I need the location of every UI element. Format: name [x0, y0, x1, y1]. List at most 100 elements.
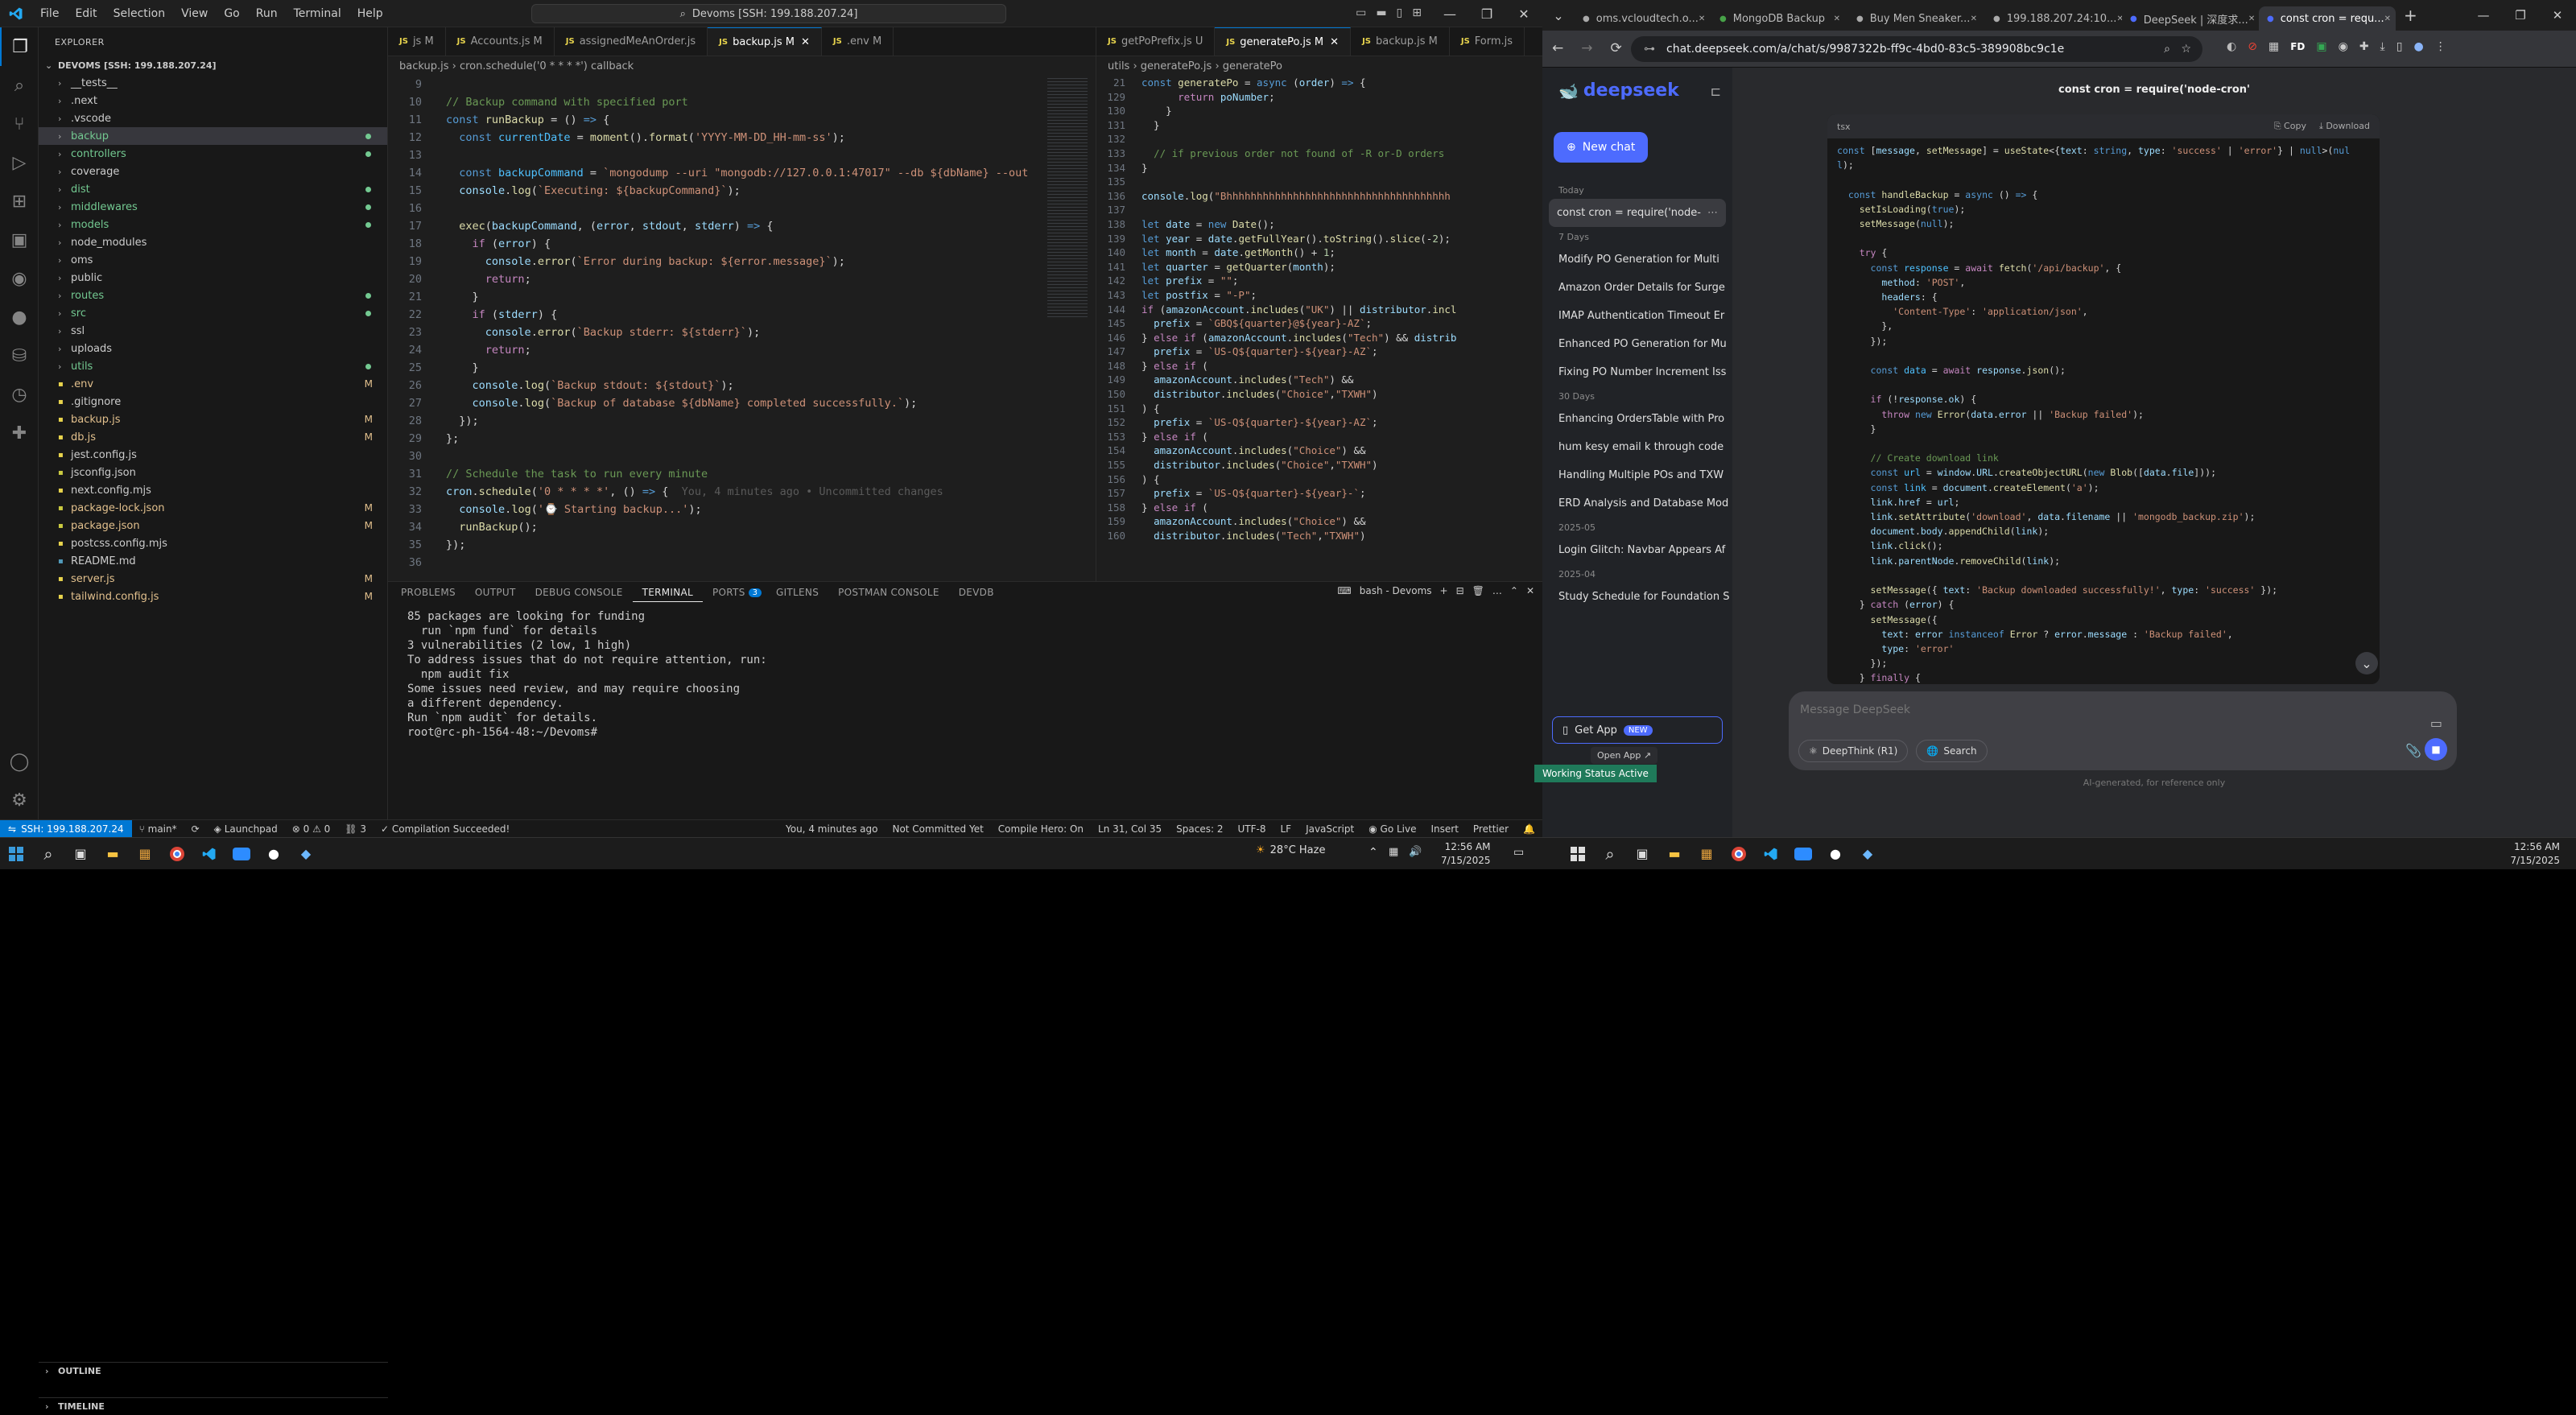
code-area-left[interactable]: // Backup command with specified port co…	[427, 76, 1028, 571]
file-item[interactable]: ▪ jsconfig.json	[39, 464, 387, 481]
chat-history-item[interactable]: Login Glitch: Navbar Appears Af	[1542, 536, 1732, 564]
profile-avatar[interactable]: ●	[2413, 40, 2423, 53]
folder-item[interactable]: › dist	[39, 180, 387, 198]
extension-icon-1[interactable]: ◐	[2227, 40, 2236, 53]
extension-icon-4[interactable]: ▣	[2316, 40, 2326, 53]
folder-item[interactable]: › oms	[39, 251, 387, 269]
minimize-icon[interactable]: —	[2465, 8, 2502, 23]
compile-hero-status[interactable]: Compile Hero: On	[991, 823, 1091, 835]
timeline-section[interactable]: › TIMELINE	[39, 1397, 388, 1415]
clock-right[interactable]: 12:56 AM 7/15/2025	[2510, 840, 2560, 868]
close-tab-icon[interactable]: ✕	[1699, 14, 1705, 23]
extension-fd-icon[interactable]: FD	[2290, 41, 2305, 52]
panel-tab-output[interactable]: OUTPUT	[465, 587, 526, 598]
network-icon[interactable]: ▦	[1389, 846, 1398, 858]
editor-tab[interactable]: JS generatePo.js M ✕	[1215, 27, 1352, 56]
panel-tab-debug-console[interactable]: DEBUG CONSOLE	[526, 587, 633, 598]
volume-icon[interactable]: 🔊	[1409, 846, 1422, 858]
task-view-icon[interactable]: ▣	[1626, 838, 1658, 870]
folder-item[interactable]: › backup	[39, 127, 387, 145]
zoom-icon[interactable]	[1787, 838, 1819, 870]
extension-icon-2[interactable]: ⊘	[2248, 40, 2257, 53]
restore-icon[interactable]: ❐	[2502, 8, 2539, 23]
forward-icon[interactable]: →	[1581, 40, 1592, 56]
send-button[interactable]: ■	[2425, 738, 2447, 761]
get-app-button[interactable]: ▯ Get App NEW	[1552, 716, 1723, 744]
timeline-icon[interactable]: ◷	[0, 375, 39, 414]
language-mode[interactable]: JavaScript	[1298, 823, 1361, 835]
chat-history-item[interactable]: ERD Analysis and Database Mod	[1542, 489, 1732, 518]
folder-item[interactable]: › controllers	[39, 145, 387, 163]
menu-view[interactable]: View	[173, 7, 216, 20]
branch-item[interactable]: ⑂ main*	[132, 823, 184, 835]
github-icon[interactable]: ●	[258, 838, 290, 870]
file-item[interactable]: ▪ package-lock.json M	[39, 499, 387, 517]
bell-icon[interactable]: 🔔	[1516, 823, 1542, 835]
browser-tab[interactable]: ● DeepSeek | 深度求... ✕	[2122, 6, 2259, 31]
terminal-output[interactable]: 85 packages are looking for funding run …	[388, 603, 1542, 740]
browser-tab[interactable]: ● Buy Men Sneaker... ✕	[1848, 6, 1985, 31]
editor-tab[interactable]: JS assignedMeAnOrder.js	[555, 27, 708, 56]
new-chat-button[interactable]: ⊕ New chat	[1554, 132, 1649, 163]
file-item[interactable]: ▪ package.json M	[39, 517, 387, 534]
extensions-icon[interactable]: ⊞	[0, 182, 39, 221]
account-icon[interactable]: ◯	[0, 742, 39, 781]
menu-selection[interactable]: Selection	[105, 7, 174, 20]
folder-item[interactable]: › public	[39, 269, 387, 287]
menu-help[interactable]: Help	[349, 7, 391, 20]
open-app-tooltip[interactable]: Open App ↗	[1591, 747, 1658, 764]
cursor-position[interactable]: Ln 31, Col 35	[1091, 823, 1169, 835]
message-input[interactable]	[1800, 699, 2428, 720]
close-tab-icon[interactable]: ✕	[2248, 14, 2255, 23]
prettier-status[interactable]: Prettier	[1466, 823, 1516, 835]
deepseek-logo[interactable]: 🐋 deepseek	[1558, 80, 1679, 101]
explorer-icon[interactable]: ❐	[0, 27, 39, 66]
layout-panel-icon[interactable]: ▬	[1376, 6, 1386, 19]
chrome-menu-icon[interactable]: ⋮	[2435, 40, 2446, 53]
folder-item[interactable]: › .next	[39, 92, 387, 109]
menu-edit[interactable]: Edit	[67, 7, 105, 20]
run-debug-icon[interactable]: ▷	[0, 143, 39, 182]
restore-icon[interactable]: ❐	[1468, 6, 1505, 22]
github-icon[interactable]: ●	[1819, 838, 1852, 870]
search-icon[interactable]: ⌕	[32, 838, 64, 870]
menu-run[interactable]: Run	[248, 7, 286, 20]
search-icon[interactable]: ⌕	[0, 66, 39, 105]
deepthink-toggle[interactable]: ⚛ DeepThink (R1)	[1798, 740, 1909, 762]
more-icon[interactable]: …	[1492, 585, 1502, 596]
folder-item[interactable]: › node_modules	[39, 233, 387, 251]
editor-tab[interactable]: JS Accounts.js M	[446, 27, 555, 56]
browser-tab[interactable]: ● MongoDB Backup ✕	[1711, 6, 1848, 31]
gitlens-icon[interactable]: ◉	[0, 259, 39, 298]
windows-start-icon[interactable]	[1562, 838, 1594, 870]
ports-item[interactable]: ⛓ 3	[337, 823, 374, 835]
file-item[interactable]: ▪ db.js M	[39, 428, 387, 446]
file-item[interactable]: ▪ .env M	[39, 375, 387, 393]
clock-left[interactable]: 12:56 AM 7/15/2025	[1441, 840, 1491, 868]
close-tab-icon[interactable]: ✕	[1834, 14, 1840, 23]
notification-icon[interactable]: ▭	[1513, 846, 1524, 859]
folder-item[interactable]: › __tests__	[39, 74, 387, 92]
panel-tab-gitlens[interactable]: GITLENS	[766, 587, 828, 598]
collapse-sidebar-icon[interactable]: ⊏	[1711, 84, 1721, 99]
panel-tab-terminal[interactable]: TERMINAL	[632, 583, 704, 602]
close-tab-icon[interactable]: ✕	[1971, 14, 1977, 23]
scroll-down-icon[interactable]: ⌄	[2355, 652, 2378, 674]
editor-tab[interactable]: JS backup.js M	[1351, 27, 1450, 56]
panel-tab-problems[interactable]: PROBLEMS	[391, 587, 465, 598]
windows-start-icon[interactable]	[0, 838, 32, 870]
file-item[interactable]: ▪ README.md	[39, 552, 387, 570]
menu-go[interactable]: Go	[216, 7, 247, 20]
customize-layout-icon[interactable]: ⊞	[1412, 6, 1422, 19]
postman-icon[interactable]: ●	[0, 298, 39, 336]
task-view-icon[interactable]: ▣	[64, 838, 97, 870]
file-explorer-icon[interactable]: ▬	[1658, 838, 1690, 870]
close-icon[interactable]: ✕	[2539, 8, 2576, 23]
zoom-icon[interactable]	[225, 838, 258, 870]
file-item[interactable]: ▪ next.config.mjs	[39, 481, 387, 499]
indentation[interactable]: Spaces: 2	[1169, 823, 1230, 835]
file-item[interactable]: ▪ tailwind.config.js M	[39, 588, 387, 605]
file-explorer-icon[interactable]: ▬	[97, 838, 129, 870]
workspace-header[interactable]: ⌄ DEVOMS [SSH: 199.188.207.24]	[39, 56, 387, 74]
folder-item[interactable]: › coverage	[39, 163, 387, 180]
